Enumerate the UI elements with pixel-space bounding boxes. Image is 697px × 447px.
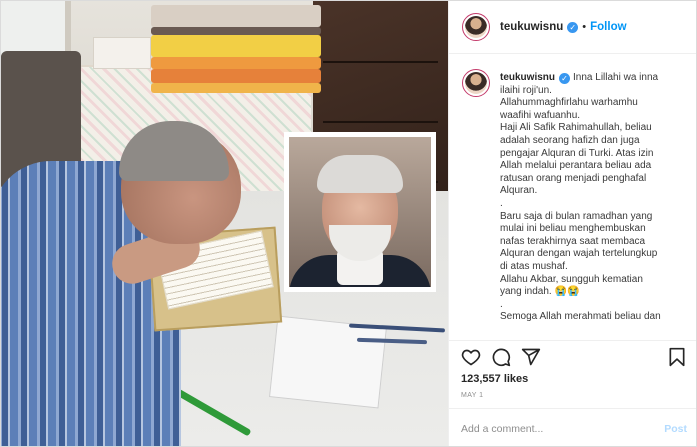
caption-line: Allahummaghfirlahu warhamhu [500,97,638,109]
follow-button[interactable]: Follow [590,21,626,33]
caption-line: Allah melalui perantara beliau ada [500,160,652,172]
caption-line: yang indah. 😭😭 [500,286,580,298]
portrait-hair [317,155,403,193]
caption-line: . [500,197,503,209]
caption-line: Baru saja di bulan ramadhan yang [500,210,653,222]
caption-line: Allahu Akbar, sungguh kematian [500,273,643,285]
cloth-stack [151,5,321,27]
action-bar [461,347,687,367]
caption-scroll[interactable]: teukuwisnu ✓ Inna Lillahi wa inna ilaihi r… [449,54,696,340]
comment-icon[interactable] [491,347,511,367]
instagram-post: teukuwisnu ✓ • Follow teukuwisnu ✓ Inna Li… [0,0,697,447]
caption-line: Haji Ali Safik Rahimahullah, beliau [500,122,652,134]
caption-line: . [500,298,503,310]
likes-count[interactable]: 123,557 likes [461,373,528,385]
caption-line: Semoga Allah merahmati beliau dan [500,311,661,323]
caption-line: ilaihi roji'un. [500,84,552,96]
post-photo[interactable] [1,1,448,446]
caption-line: mulai ini beliau menghembuskan [500,223,646,235]
verified-badge-icon: ✓ [567,21,579,33]
comment-input[interactable] [461,422,665,435]
username-link[interactable]: teukuwisnu [500,21,563,33]
caption-avatar[interactable] [462,69,490,97]
caption-line: di atas mushaf. [500,260,568,272]
white-box [93,37,151,69]
share-icon[interactable] [521,347,541,367]
caption-line: Alquran. [500,185,538,197]
separator-dot: • [582,21,587,33]
caption-line: pengajar Alquran di Turki. Atas izin [500,147,654,159]
verified-badge-icon: ✓ [559,73,571,84]
caption-line: ratusan orang menjadi penghafal [500,172,647,184]
caption-line: Inna Lillahi wa inna [573,72,659,83]
post-header: teukuwisnu ✓ • Follow [449,1,696,54]
caption-line: nafas terakhirnya saat membaca [500,235,646,247]
caption-text: teukuwisnu ✓ Inna Lillahi wa inna ilaihi r… [500,72,661,324]
inset-portrait [284,132,436,292]
comment-bar: Post [449,409,696,446]
divider [449,340,696,341]
heart-icon[interactable] [461,347,481,367]
caption-line: waafihi wafuanhu. [500,109,581,121]
post-date[interactable]: MAY 1 [461,392,483,399]
bookmark-icon[interactable] [667,347,687,367]
caption-line: Alquran dengan wajah tertelungkup [500,248,658,260]
post-comment-button[interactable]: Post [664,423,687,435]
paper-sheet [269,315,387,409]
caption-username[interactable]: teukuwisnu [500,72,555,83]
caption-line: adalah seorang hafizh dan juga [500,134,640,146]
post-side-panel: teukuwisnu ✓ • Follow teukuwisnu ✓ Inna Li… [448,1,696,446]
avatar[interactable] [462,13,490,41]
